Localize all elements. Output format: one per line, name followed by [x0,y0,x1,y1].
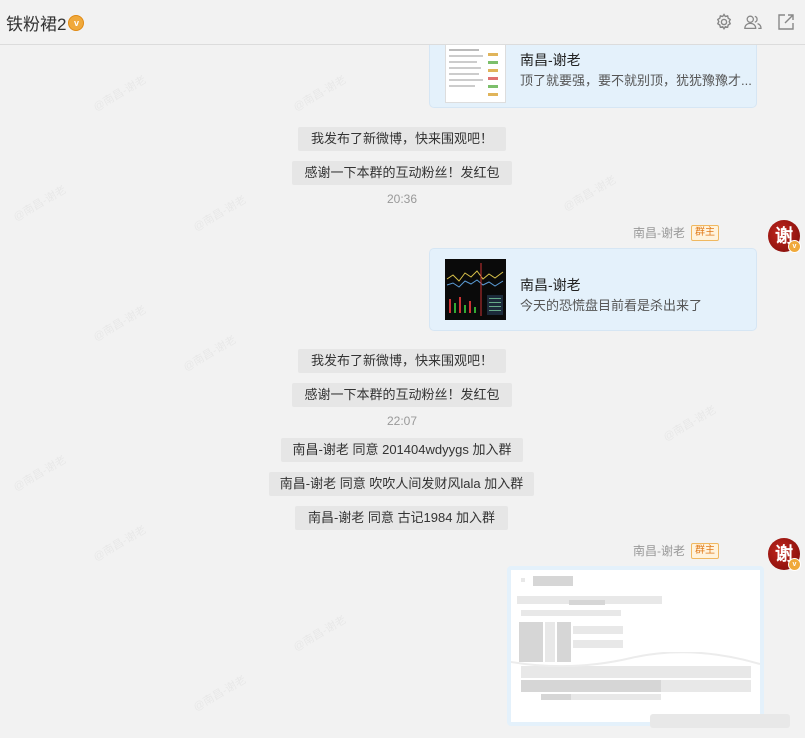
join-notice: 南昌-谢老 同意 吹吹人间发财风lala 加入群 [269,472,534,496]
settings-icon[interactable] [714,12,734,32]
chat-header: 铁粉裙2 v [0,0,805,45]
sender-name: 南昌-谢老 群主 [633,224,719,241]
group-owner-badge: 群主 [691,542,719,559]
card-title: 南昌-谢老 [520,52,581,68]
system-message: 感谢一下本群的互动粉丝！发红包 [292,383,512,407]
popout-icon[interactable] [776,12,796,32]
system-message: 我发布了新微博，快来围观吧！ [298,349,506,373]
image-caption-blur [650,714,790,728]
verified-badge-icon: v [788,240,801,253]
weibo-share-card[interactable]: 南昌-谢老 今天的恐慌盘目前看是杀出来了 [430,249,756,330]
image-message[interactable] [507,566,764,726]
timestamp: 22:07 [386,414,418,428]
avatar[interactable]: 谢 v [768,220,801,253]
card-description: 顶了就要强，要不就别顶，犹犹豫豫才... [520,73,752,88]
card-title: 南昌-谢老 [520,277,581,293]
message-list[interactable]: @南昌-谢老 @南昌-谢老 @南昌-谢老 @南昌-谢老 @南昌-谢老 @南昌-谢… [0,45,805,738]
sender-name-text: 南昌-谢老 [633,226,685,240]
join-notice: 南昌-谢老 同意 201404wdyygs 加入群 [281,438,523,462]
chat-title: 铁粉裙2 v [6,10,85,35]
avatar[interactable]: 谢 v [768,538,801,571]
verified-badge-icon: v [68,14,85,31]
timestamp: 20:36 [386,192,418,206]
chat-title-text: 铁粉裙2 [6,15,67,34]
card-thumbnail [445,45,506,103]
sender-name-text: 南昌-谢老 [633,544,685,558]
card-description: 今天的恐慌盘目前看是杀出来了 [520,298,703,313]
verified-badge-icon: v [788,558,801,571]
join-notice: 南昌-谢老 同意 古记1984 加入群 [295,506,508,530]
weibo-share-card[interactable]: 南昌-谢老 顶了就要强，要不就别顶，犹犹豫豫才... [430,45,756,107]
sender-name: 南昌-谢老 群主 [633,542,719,559]
system-message: 感谢一下本群的互动粉丝！发红包 [292,161,512,185]
card-thumbnail [445,259,506,320]
system-message: 我发布了新微博，快来围观吧！ [298,127,506,151]
group-owner-badge: 群主 [691,224,719,241]
members-icon[interactable] [743,12,765,32]
